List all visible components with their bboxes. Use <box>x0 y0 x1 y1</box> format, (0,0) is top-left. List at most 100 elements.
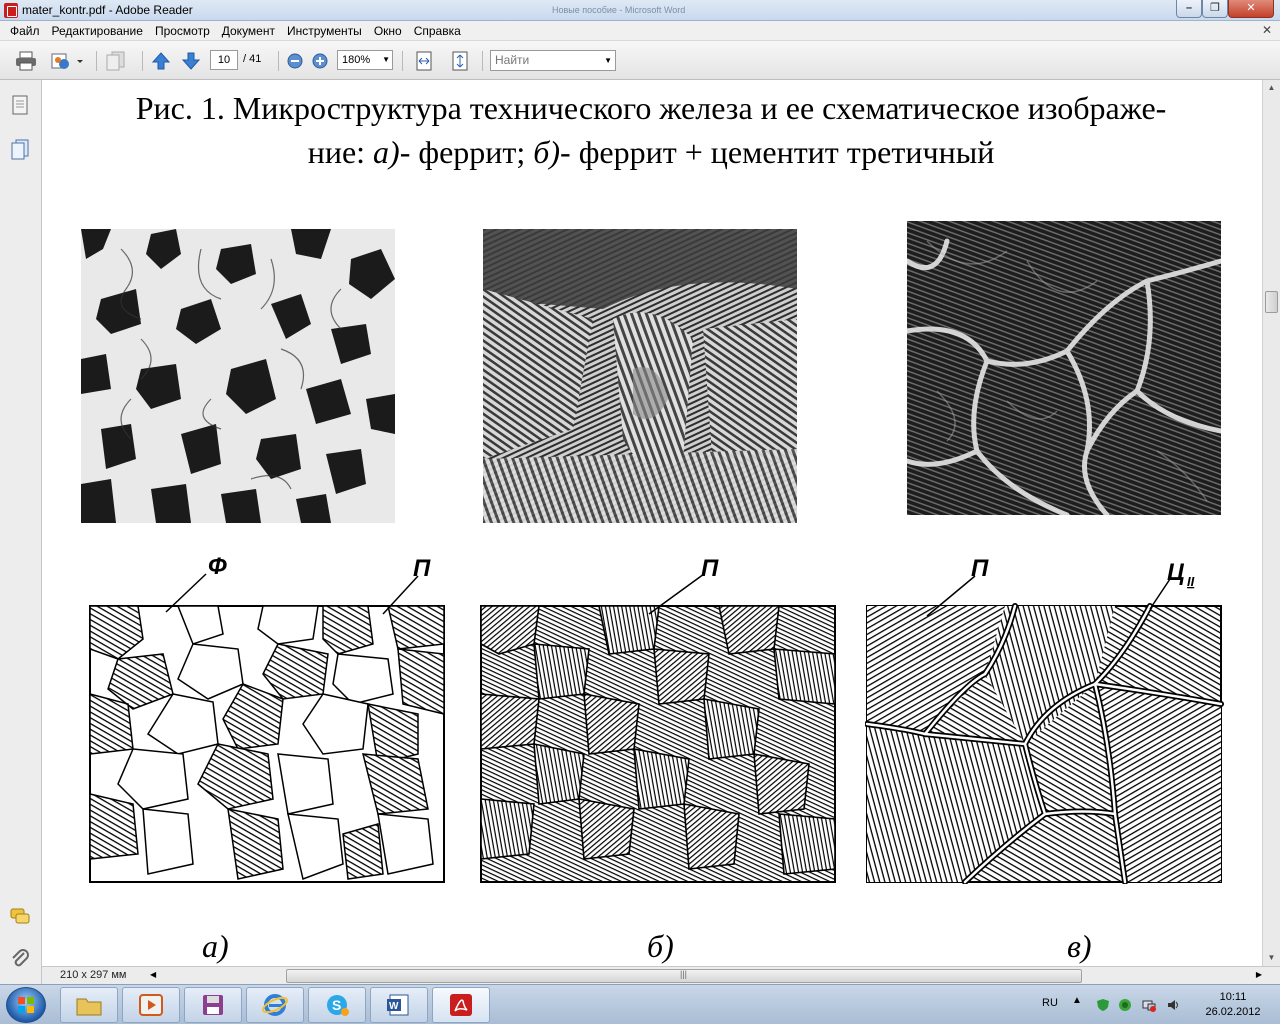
scroll-left-icon[interactable]: ◀ <box>150 970 156 979</box>
attachments-panel-button[interactable] <box>9 138 31 160</box>
zoom-level-select[interactable]: 180% ▼ <box>337 50 393 70</box>
paperclip-icon <box>12 949 29 967</box>
caption-a: а) <box>373 134 400 170</box>
vertical-scroll-thumb[interactable] <box>1265 291 1278 313</box>
folder-icon <box>76 998 102 1016</box>
chevron-down-icon: ▼ <box>604 56 612 65</box>
window-title: mater_kontr.pdf - Adobe Reader <box>22 3 193 17</box>
label-pearlite-a: П <box>413 555 431 582</box>
scroll-up-icon[interactable]: ▲ <box>1263 80 1280 96</box>
print-button[interactable] <box>12 49 40 73</box>
security-shield-icon[interactable] <box>1096 998 1110 1012</box>
svg-text:W: W <box>389 1001 399 1012</box>
horizontal-scrollbar[interactable]: ◀ ||| ▶ <box>150 968 1262 984</box>
antivirus-icon[interactable] <box>1118 998 1132 1012</box>
pages-panel-button[interactable] <box>9 94 31 116</box>
network-icon[interactable] <box>1142 998 1156 1012</box>
system-clock[interactable]: 10:11 26.02.2012 <box>1198 990 1268 1020</box>
menu-file[interactable]: Файл <box>4 24 46 38</box>
scroll-down-icon[interactable]: ▼ <box>1263 950 1280 966</box>
taskbar-media-player[interactable] <box>122 987 180 1023</box>
menu-view[interactable]: Просмотр <box>149 24 216 38</box>
micrograph-c <box>907 221 1221 515</box>
taskbar-word[interactable]: W <box>370 987 428 1023</box>
document-pages-icon <box>11 139 29 160</box>
volume-icon[interactable] <box>1166 998 1180 1012</box>
attachments-button[interactable] <box>9 948 31 970</box>
taskbar: S W RU ▲ 10:11 26.02.2012 <box>0 984 1280 1024</box>
panel-label-a: а) <box>202 928 229 964</box>
snapshot-button[interactable] <box>102 49 130 73</box>
menu-window[interactable]: Окно <box>368 24 408 38</box>
caption-b: б) <box>533 134 561 170</box>
minimize-icon: – <box>1185 2 1193 14</box>
fit-page-button[interactable] <box>448 49 472 73</box>
show-hidden-icons-icon[interactable]: ▲ <box>1072 995 1082 1006</box>
menu-help[interactable]: Справка <box>408 24 467 38</box>
caption-line-1: Рис. 1. Микроструктура технического желе… <box>135 90 1167 126</box>
zoom-in-icon <box>312 53 328 69</box>
schematic-c: П Ц II <box>864 554 1225 885</box>
panel-label-c: в) <box>1067 928 1092 964</box>
taskbar-explorer[interactable] <box>60 987 118 1023</box>
scroll-grip-icon: ||| <box>680 969 688 979</box>
comments-icon <box>10 908 30 924</box>
chevron-down-icon: ▼ <box>382 55 390 64</box>
schematic-b: П <box>479 554 839 884</box>
label-pearlite-c: П <box>971 555 989 582</box>
menu-bar: Файл Редактирование Просмотр Документ Ин… <box>0 21 1280 41</box>
restore-icon: ❐ <box>1210 2 1220 14</box>
caption-line-2: ние: а)- феррит; б)- феррит + цементит т… <box>42 130 1260 174</box>
title-bar: mater_kontr.pdf - Adobe Reader Новые пос… <box>0 0 1280 21</box>
zoom-in-button[interactable] <box>310 49 330 73</box>
page-total: / 41 <box>243 53 262 65</box>
zoom-out-button[interactable] <box>285 49 305 73</box>
label-cementite: Ц <box>1167 559 1185 586</box>
page-thumbnails-icon <box>12 95 28 115</box>
language-indicator[interactable]: RU <box>1042 997 1058 1009</box>
maximize-button[interactable]: ❐ <box>1202 0 1228 18</box>
background-window-title: Новые пособие - Microsoft Word <box>552 5 686 15</box>
toolbar: 10 / 41 180% ▼ Найти ▼ <box>0 41 1280 80</box>
share-review-icon <box>51 53 83 69</box>
previous-page-button[interactable] <box>150 49 172 73</box>
document-page: Рис. 1. Микроструктура технического желе… <box>42 80 1262 966</box>
micrograph-b <box>483 229 797 523</box>
taskbar-internet-explorer[interactable] <box>246 987 304 1023</box>
start-button[interactable] <box>6 987 46 1023</box>
taskbar-save[interactable] <box>184 987 242 1023</box>
word-icon: W <box>387 994 409 1016</box>
status-bar: 210 x 297 мм ◀ ||| ▶ <box>42 966 1280 984</box>
caption-end: - феррит + цементит третичный <box>560 134 995 170</box>
document-close-icon[interactable]: ✕ <box>1262 23 1272 37</box>
close-button[interactable]: ✕ <box>1228 0 1274 18</box>
menu-document[interactable]: Документ <box>216 24 281 38</box>
pages-icon <box>106 51 125 71</box>
floppy-icon <box>203 995 223 1015</box>
scroll-right-icon[interactable]: ▶ <box>1256 970 1262 979</box>
menu-edit[interactable]: Редактирование <box>46 24 149 38</box>
find-placeholder: Найти <box>495 53 530 67</box>
menu-tools[interactable]: Инструменты <box>281 24 368 38</box>
comments-panel-button[interactable] <box>9 906 31 928</box>
taskbar-adobe-reader[interactable] <box>432 987 490 1023</box>
find-input[interactable]: Найти ▼ <box>490 50 616 71</box>
collaborate-button[interactable] <box>48 49 86 73</box>
page-number-input[interactable]: 10 <box>210 50 238 70</box>
internet-explorer-icon <box>262 994 288 1016</box>
caption-mid: - феррит; <box>399 134 534 170</box>
arrow-up-icon <box>151 52 171 70</box>
figure-caption: Рис. 1. Микроструктура технического желе… <box>42 86 1260 174</box>
minimize-button[interactable]: – <box>1176 0 1202 18</box>
label-ferrite: Ф <box>208 554 227 580</box>
zoom-value: 180% <box>342 54 371 66</box>
next-page-button[interactable] <box>180 49 202 73</box>
vertical-scrollbar[interactable]: ▲ ▼ <box>1262 80 1280 966</box>
adobe-reader-icon <box>450 994 472 1016</box>
pdf-app-icon <box>4 3 18 18</box>
fit-width-button[interactable] <box>412 49 436 73</box>
media-player-icon <box>139 994 163 1016</box>
taskbar-skype[interactable]: S <box>308 987 366 1023</box>
schematic-a: Ф П <box>88 553 448 884</box>
arrow-down-icon <box>181 52 201 70</box>
